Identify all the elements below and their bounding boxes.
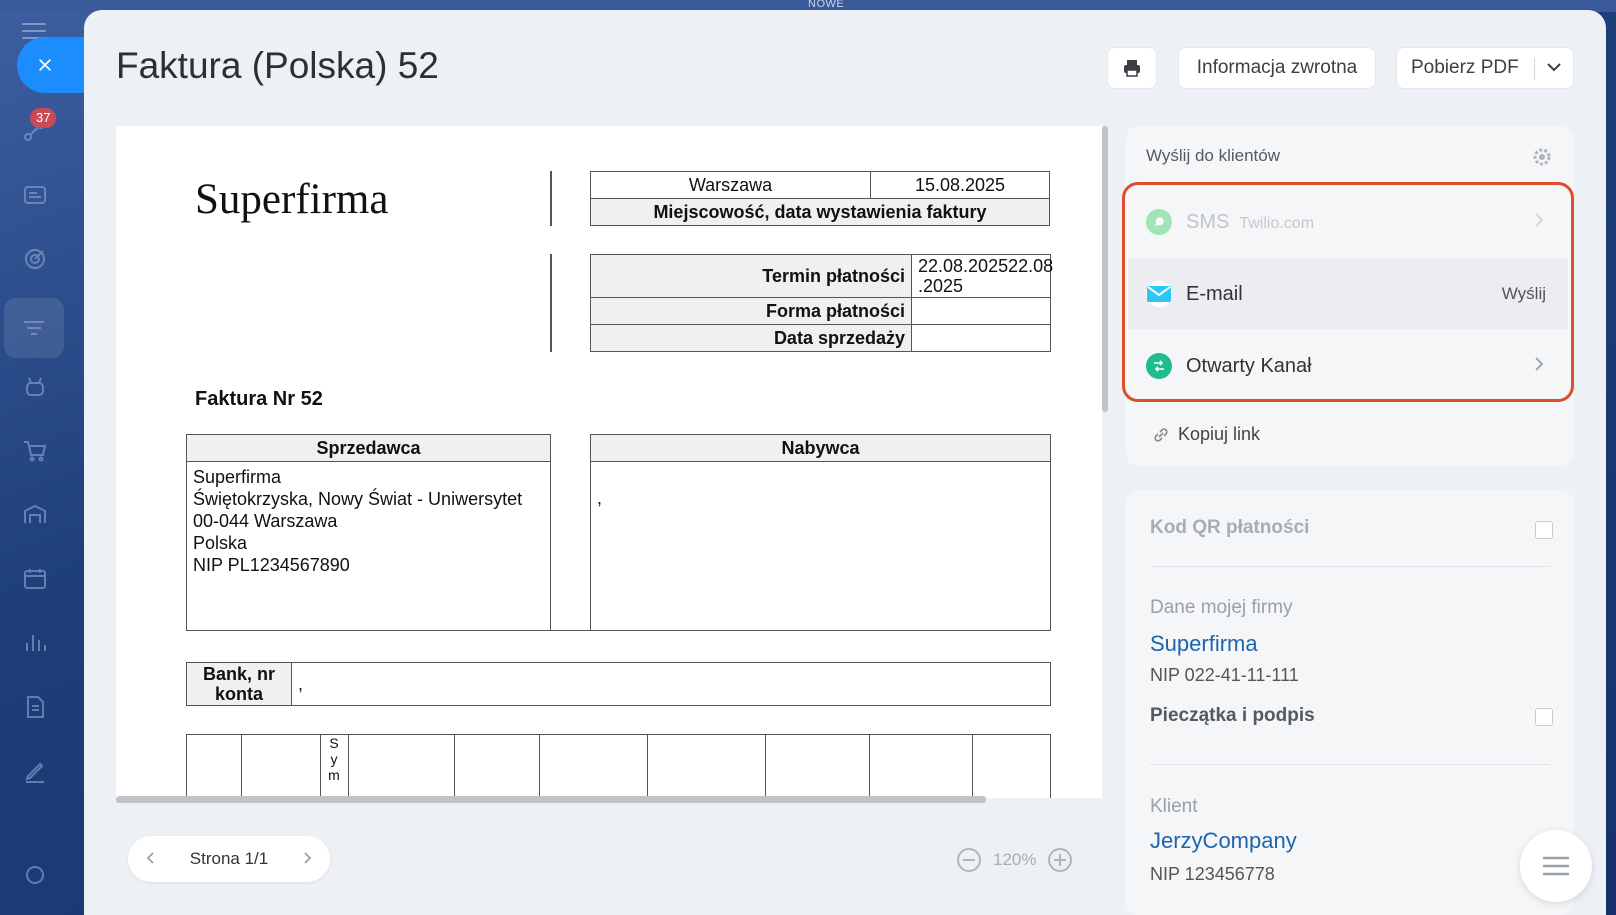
divider <box>550 171 552 226</box>
column-line <box>765 735 766 798</box>
seller-header: Sprzedawca <box>186 434 551 462</box>
button-separator <box>1534 58 1535 80</box>
seller-line: NIP PL1234567890 <box>193 555 350 575</box>
feedback-button[interactable]: Informacja zwrotna <box>1178 47 1376 89</box>
highlight-frame <box>1122 182 1574 402</box>
column-line <box>348 735 349 798</box>
place-date-label: Miejscowość, data wystawienia faktury <box>590 198 1050 226</box>
download-pdf-label: Pobierz PDF <box>1411 57 1519 78</box>
payment-form-value <box>911 297 1051 325</box>
sym-letter: S <box>329 735 339 751</box>
send-panel-title: Wyślij do klientów <box>1146 146 1280 165</box>
divider <box>550 254 552 352</box>
printer-icon <box>1124 60 1140 77</box>
zoom-in-icon[interactable] <box>1046 846 1074 874</box>
chevron-left-icon[interactable] <box>142 849 160 872</box>
zoom-out-icon[interactable] <box>955 846 983 874</box>
buyer-header: Nabywca <box>590 434 1051 462</box>
page-label: Strona 1/1 <box>189 849 269 868</box>
sidebar-documents-icon[interactable] <box>18 690 52 724</box>
seller-details: Superfirma Świętokrzyska, Nowy Świat - U… <box>186 461 551 631</box>
invoice-number: Faktura Nr 52 <box>195 388 323 410</box>
due-date-value: 22.08.202522.08 .2025 <box>911 254 1054 298</box>
client-label: Klient <box>1150 796 1198 817</box>
client-link[interactable]: JerzyCompany <box>1150 828 1297 854</box>
download-pdf-button[interactable]: Pobierz PDF <box>1396 47 1574 89</box>
client-nip: NIP 123456778 <box>1150 864 1275 884</box>
sidebar-analytics-icon[interactable] <box>18 626 52 660</box>
column-line <box>454 735 455 798</box>
close-slider-button[interactable] <box>17 37 85 93</box>
floating-menu-button[interactable] <box>1520 830 1592 902</box>
items-table: S y m <box>186 734 1051 798</box>
sidebar-target-icon[interactable] <box>18 242 52 276</box>
qr-code-checkbox[interactable] <box>1535 521 1553 539</box>
my-company-label: Dane mojej firmy <box>1150 597 1293 618</box>
vertical-scrollbar[interactable] <box>1102 126 1108 412</box>
sidebar-settings-icon[interactable] <box>18 858 52 892</box>
sidebar-funnel-icon[interactable] <box>4 298 64 358</box>
invoice-preview: Superfirma Warszawa 15.08.2025 Miejscowo… <box>116 126 1102 798</box>
seller-line: Superfirma <box>193 467 282 487</box>
bank-label: Bank, nr konta <box>186 662 292 706</box>
zoom-control: 120% <box>955 846 1074 874</box>
company-logo-text: Superfirma <box>195 176 389 223</box>
column-line <box>972 735 973 798</box>
seller-line: Świętokrzyska, Nowy Świat - Uniwersytet <box>193 489 523 509</box>
city-cell: Warszawa <box>590 171 871 199</box>
column-line <box>539 735 540 798</box>
column-line <box>241 735 242 798</box>
sidebar-cart-icon[interactable] <box>18 434 52 468</box>
sym-letter: y <box>330 751 338 767</box>
sidebar-calendar-icon[interactable] <box>18 562 52 596</box>
copy-link-label: Kopiuj link <box>1178 424 1261 444</box>
sale-date-label: Data sprzedaży <box>590 324 912 352</box>
sale-date-value <box>911 324 1051 352</box>
divider <box>1150 566 1550 567</box>
table-gap <box>550 461 590 631</box>
stamp-checkbox[interactable] <box>1535 708 1553 726</box>
seller-line: 00-044 Warszawa <box>193 511 338 531</box>
gear-icon[interactable] <box>1532 147 1552 172</box>
buyer-value: , <box>597 488 603 508</box>
bank-value: , <box>291 662 1051 706</box>
sidebar-robot-icon[interactable] <box>18 370 52 404</box>
due-date-label: Termin płatności <box>590 254 912 298</box>
zoom-level: 120% <box>993 850 1037 869</box>
sym-letter: m <box>328 767 340 783</box>
link-icon <box>1154 427 1168 442</box>
bank-label-line: konta <box>214 684 263 704</box>
my-company-nip: NIP 022-41-11-111 <box>1150 665 1299 685</box>
date-cell: 15.08.2025 <box>870 171 1050 199</box>
buyer-details: , <box>590 461 1051 631</box>
seller-line: Polska <box>193 533 248 553</box>
due-date-line-1: 22.08.202522.08 <box>918 256 1054 276</box>
due-date-line-2: .2025 <box>918 276 964 296</box>
column-line <box>869 735 870 798</box>
sidebar-sign-icon[interactable] <box>18 754 52 788</box>
page-title: Faktura (Polska) 52 <box>116 45 439 86</box>
chevron-right-icon[interactable] <box>298 849 316 872</box>
chevron-down-icon[interactable] <box>1543 56 1565 84</box>
sidebar-contacts-icon[interactable] <box>18 178 52 212</box>
horizontal-scrollbar[interactable] <box>116 796 986 803</box>
qr-code-label: Kod QR płatności <box>1150 517 1310 538</box>
close-icon <box>39 59 51 71</box>
my-company-link[interactable]: Superfirma <box>1150 631 1258 657</box>
list-icon <box>1543 856 1569 876</box>
column-line <box>647 735 648 798</box>
bank-label-line: Bank, nr <box>202 664 276 684</box>
copy-link-button[interactable]: Kopiuj link <box>1152 424 1260 445</box>
print-button[interactable] <box>1107 47 1157 89</box>
top-label: NOWE <box>808 0 845 10</box>
left-sidebar: 37 <box>0 0 85 915</box>
notification-badge: 37 <box>30 108 57 128</box>
sidebar-warehouse-icon[interactable] <box>18 498 52 532</box>
stamp-label: Pieczątka i podpis <box>1150 705 1315 726</box>
sym-column-header: S y m <box>320 735 348 783</box>
page-navigator: Strona 1/1 <box>128 836 330 882</box>
payment-form-label: Forma płatności <box>590 297 912 325</box>
divider <box>1150 764 1550 765</box>
